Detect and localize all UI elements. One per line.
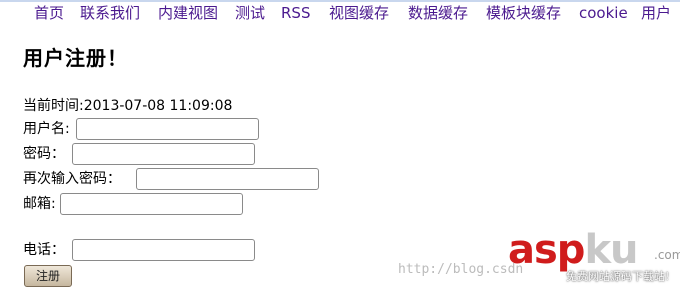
username-field[interactable] xyxy=(76,118,259,140)
nav-link-cookie[interactable]: cookie xyxy=(579,4,628,22)
phone-label: 电话： xyxy=(23,242,65,258)
password-label: 密码： xyxy=(23,146,65,162)
nav-link-rss[interactable]: RSS xyxy=(281,4,310,22)
phone-field[interactable] xyxy=(72,239,255,261)
logo-ku-text: ku xyxy=(584,227,638,273)
page-title: 用户注册！ xyxy=(23,46,128,70)
password-field[interactable] xyxy=(72,143,255,165)
logo-wordmark: aspku xyxy=(508,227,639,273)
top-nav: 首页 联系我们 内建视图 测试 RSS 视图缓存 数据缓存 模板块缓存 cook… xyxy=(0,0,680,28)
nav-link-template-block-cache[interactable]: 模板块缓存 xyxy=(486,4,561,22)
confirm-password-field[interactable] xyxy=(136,168,319,190)
logo-domain-suffix: .com xyxy=(654,248,680,262)
confirm-password-label: 再次输入密码： xyxy=(23,171,121,187)
site-logo-watermark: aspku .com 免费网站源码下载站! xyxy=(508,227,680,288)
logo-asp-text: asp xyxy=(508,227,585,273)
nav-link-contact[interactable]: 联系我们 xyxy=(80,4,140,22)
nav-link-user[interactable]: 用户 xyxy=(641,4,671,22)
nav-link-test[interactable]: 测试 xyxy=(235,4,265,22)
register-button[interactable]: 注册 xyxy=(24,265,72,287)
email-field[interactable] xyxy=(60,193,243,215)
nav-link-view-cache[interactable]: 视图缓存 xyxy=(329,4,389,22)
blog-url-watermark: http://blog.csdn xyxy=(398,262,524,277)
username-label: 用户名: xyxy=(23,121,70,137)
logo-tagline: 免费网站源码下载站! xyxy=(566,270,670,283)
nav-link-data-cache[interactable]: 数据缓存 xyxy=(408,4,468,22)
email-label: 邮箱: xyxy=(23,196,56,212)
nav-link-builtin-views[interactable]: 内建视图 xyxy=(158,4,218,22)
current-time: 当前时间:2013-07-08 11:09:08 xyxy=(23,98,233,114)
nav-link-home[interactable]: 首页 xyxy=(34,4,64,22)
